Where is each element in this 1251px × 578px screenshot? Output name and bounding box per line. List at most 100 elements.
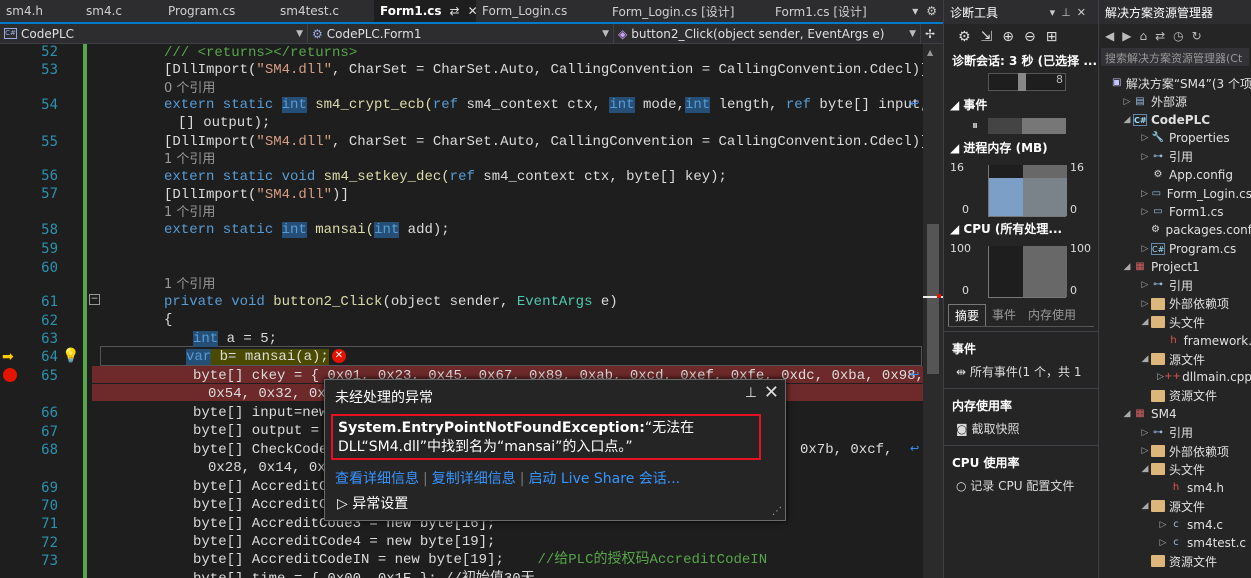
expanded-arrow-icon[interactable]: ◢: [1121, 409, 1133, 419]
pin-icon[interactable]: ⊥: [745, 385, 757, 401]
tab-form-login-designer[interactable]: Form_Login.cs [设计]: [606, 0, 769, 22]
memory-section-header[interactable]: ◢ 进程内存 (MB): [944, 136, 1098, 159]
all-events-link[interactable]: ⇹ 所有事件(1 个，共 1: [944, 359, 1098, 384]
tree-item[interactable]: ◢ 头文件: [1099, 460, 1251, 478]
settings-gear-icon[interactable]: ⚙: [958, 29, 971, 45]
scrollbar-thumb[interactable]: [927, 224, 939, 374]
tab-events[interactable]: 事件: [986, 304, 1022, 326]
tree-item[interactable]: ▷ ⊶ 引用: [1099, 148, 1251, 166]
refresh-icon[interactable]: ↻: [1192, 29, 1202, 43]
zoom-out-icon[interactable]: ⊖: [1024, 29, 1036, 45]
tab-sm4-h[interactable]: sm4.h: [0, 0, 80, 22]
collapsed-arrow-icon[interactable]: ▷: [1139, 299, 1151, 309]
live-share-link[interactable]: 启动 Live Share 会话...: [528, 471, 680, 487]
tree-item[interactable]: ▷ 外部依赖项: [1099, 442, 1251, 460]
collapsed-arrow-icon[interactable]: ▷: [1139, 152, 1151, 162]
tree-item[interactable]: ◢ ▦ Project1: [1099, 258, 1251, 276]
expanded-arrow-icon[interactable]: ◢: [1121, 262, 1133, 272]
settings-gear-icon[interactable]: ⚙: [926, 4, 937, 18]
tree-item[interactable]: ◢ ▦ SM4: [1099, 405, 1251, 423]
tree-item[interactable]: ▷ ▭ Form_Login.cs: [1099, 184, 1251, 202]
history-icon[interactable]: ◷: [1173, 29, 1183, 43]
collapsed-arrow-icon[interactable]: ▷: [1139, 446, 1151, 456]
export-icon[interactable]: ⇲: [981, 29, 993, 45]
take-snapshot-button[interactable]: ◙ 截取快照: [944, 416, 1098, 441]
tree-item[interactable]: ▷ 外部依赖项: [1099, 295, 1251, 313]
switch-views-icon[interactable]: ⇄: [1155, 29, 1165, 43]
tab-form-login-cs[interactable]: Form_Login.cs: [476, 0, 606, 22]
breakpoint-icon[interactable]: [3, 368, 17, 382]
tree-item[interactable]: ▷ ++ dllmain.cpp: [1099, 368, 1251, 386]
tree-item[interactable]: ◢ C# CodePLC: [1099, 111, 1251, 129]
tree-item[interactable]: ◢ 头文件: [1099, 313, 1251, 331]
tree-item[interactable]: ▣ 解决方案“SM4”(3 个项: [1099, 74, 1251, 92]
home-icon[interactable]: ⌂: [1139, 29, 1147, 43]
reference-count[interactable]: 1 个引用: [164, 276, 215, 294]
reset-zoom-icon[interactable]: ⊞: [1046, 29, 1058, 45]
record-cpu-profile-button[interactable]: ○ 记录 CPU 配置文件: [944, 473, 1098, 498]
expanded-arrow-icon[interactable]: ◢: [1139, 464, 1151, 474]
collapsed-arrow-icon[interactable]: ▷: [1139, 280, 1151, 290]
tab-sm4test-c[interactable]: sm4test.c: [274, 0, 374, 22]
reference-count[interactable]: 1 个引用: [164, 204, 215, 222]
tab-form1-designer[interactable]: Form1.cs [设计]: [769, 0, 899, 22]
reference-count[interactable]: 1 个引用: [164, 151, 215, 169]
exception-settings-toggle[interactable]: ▷ 异常设置: [337, 493, 408, 513]
vertical-scrollbar[interactable]: ▲: [923, 44, 943, 578]
collapsed-arrow-icon[interactable]: ▷: [1157, 538, 1169, 548]
tab-form1-cs[interactable]: Form1.cs ⇄ ✕: [374, 0, 476, 22]
events-section-header[interactable]: ◢ 事件: [944, 93, 1098, 116]
collapsed-arrow-icon[interactable]: ▷: [1121, 97, 1133, 107]
error-icon[interactable]: ✕: [332, 349, 346, 363]
zoom-in-icon[interactable]: ⊕: [1002, 29, 1014, 45]
close-icon[interactable]: ✕: [764, 382, 779, 403]
tree-item[interactable]: ◢ 源文件: [1099, 350, 1251, 368]
tree-item[interactable]: ◢ 源文件: [1099, 497, 1251, 515]
panel-controls[interactable]: ▾⊥✕: [1050, 6, 1092, 19]
collapsed-arrow-icon[interactable]: ▷: [1157, 372, 1164, 382]
tree-item[interactable]: ▷ C# Program.cs: [1099, 240, 1251, 258]
tab-program-cs[interactable]: Program.cs: [162, 0, 274, 22]
tree-item[interactable]: ▷ ⊶ 引用: [1099, 423, 1251, 441]
tree-item[interactable]: ▷ ▤ 外部源: [1099, 92, 1251, 110]
tab-list-dropdown-icon[interactable]: ▾: [912, 4, 918, 18]
code-editor[interactable]: sm4.h sm4.c Program.cs sm4test.c Form1.c…: [0, 0, 943, 578]
collapsed-arrow-icon[interactable]: ▷: [1139, 428, 1151, 438]
tree-item[interactable]: 资源文件: [1099, 387, 1251, 405]
tab-memory-usage[interactable]: 内存使用: [1022, 304, 1082, 326]
lightbulb-icon[interactable]: 💡: [62, 348, 79, 364]
expanded-arrow-icon[interactable]: ◢: [1139, 354, 1151, 364]
expanded-arrow-icon[interactable]: ◢: [1139, 501, 1151, 511]
collapsed-arrow-icon[interactable]: ▷: [1139, 207, 1151, 217]
collapsed-arrow-icon[interactable]: ▷: [1139, 133, 1151, 143]
tree-item[interactable]: h framework.: [1099, 331, 1251, 349]
tree-item[interactable]: ▷ ▭ Form1.cs: [1099, 203, 1251, 221]
solution-search-input[interactable]: 搜索解决方案资源管理器(Ct: [1101, 48, 1249, 66]
class-selector[interactable]: ⚙ CodePLC.Form1 ▼: [308, 24, 614, 43]
tree-item[interactable]: ⚙ App.config: [1099, 166, 1251, 184]
tab-sm4-c[interactable]: sm4.c: [80, 0, 162, 22]
tree-item[interactable]: ▷ ⊶ 引用: [1099, 276, 1251, 294]
copy-details-link[interactable]: 复制详细信息: [432, 471, 516, 487]
exception-helper-popup[interactable]: 未经处理的异常 ⊥ ✕ System.EntryPointNotFoundExc…: [324, 379, 786, 521]
split-editor-button[interactable]: ✢: [921, 24, 943, 43]
pin-icon[interactable]: ⇄: [450, 4, 460, 18]
tree-item[interactable]: ▷ 🔧 Properties: [1099, 129, 1251, 147]
resize-grip-icon[interactable]: ⋰: [772, 506, 782, 517]
tree-item[interactable]: ▷ c sm4.c: [1099, 515, 1251, 533]
collapsed-arrow-icon[interactable]: ▷: [1139, 189, 1150, 199]
tab-summary[interactable]: 摘要: [948, 304, 987, 326]
collapsed-arrow-icon[interactable]: ▷: [1157, 520, 1169, 530]
view-details-link[interactable]: 查看详细信息: [335, 471, 419, 487]
back-icon[interactable]: ◀: [1105, 29, 1114, 43]
tree-item[interactable]: 资源文件: [1099, 552, 1251, 570]
close-tab-icon[interactable]: ✕: [468, 4, 476, 18]
cpu-section-header[interactable]: ◢ CPU (所有处理...: [944, 217, 1098, 240]
scroll-up-icon[interactable]: ▲: [927, 48, 933, 57]
member-selector[interactable]: ◈ button2_Click(object sender, EventArgs…: [614, 24, 921, 43]
expanded-arrow-icon[interactable]: ◢: [1139, 317, 1151, 327]
expanded-arrow-icon[interactable]: ◢: [1121, 115, 1133, 125]
collapsed-arrow-icon[interactable]: ▷: [1139, 244, 1151, 254]
project-selector[interactable]: C# CodePLC ▼: [0, 24, 308, 43]
forward-icon[interactable]: ▶: [1122, 29, 1131, 43]
